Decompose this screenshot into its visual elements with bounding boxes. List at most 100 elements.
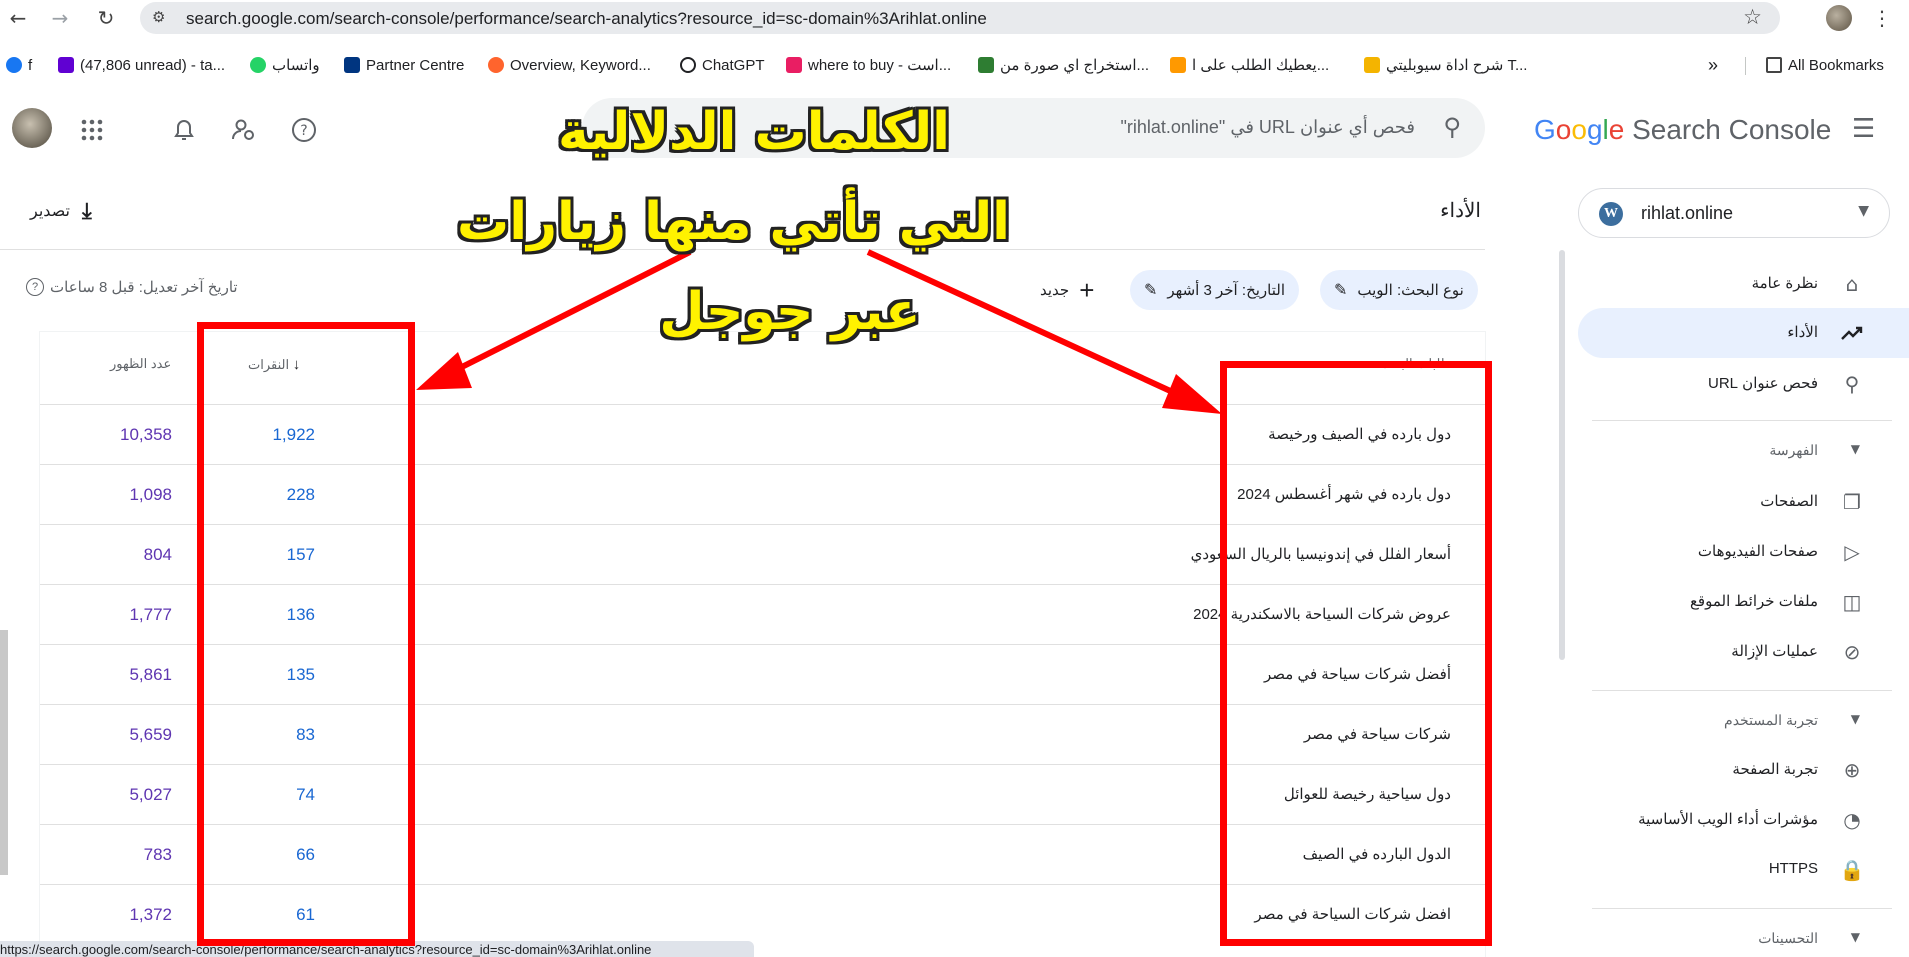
section-title: تجربة المستخدم bbox=[1724, 712, 1818, 728]
edit-icon: ✎ bbox=[1334, 282, 1348, 299]
sidebar-item-performance[interactable]: الأداء bbox=[1578, 309, 1890, 357]
sidebar-section-enhancements[interactable]: ▼ التحسينات bbox=[1578, 924, 1890, 954]
logo-letter: e bbox=[1608, 114, 1625, 145]
back-icon[interactable]: ← bbox=[4, 4, 32, 32]
annotation-box-clicks bbox=[197, 322, 415, 946]
browser-toolbar: ← → ↻ ⚙ search.google.com/search-console… bbox=[0, 0, 1909, 36]
apps-grid-icon[interactable] bbox=[76, 114, 108, 146]
impressions-cell: 1,098 bbox=[129, 485, 172, 504]
page-title: الأداء bbox=[1440, 200, 1481, 222]
search-icon: ⚲ bbox=[1443, 113, 1461, 141]
forward-icon[interactable]: → bbox=[46, 4, 74, 32]
bookmark-label: يعطيك الطلب على ا... bbox=[1192, 57, 1330, 74]
export-label: تصدير bbox=[30, 203, 71, 220]
video-pages-icon: ▷ bbox=[1844, 540, 1860, 564]
mail-icon bbox=[58, 57, 74, 73]
impressions-cell: 5,027 bbox=[129, 785, 172, 804]
logo-letter: G bbox=[1534, 114, 1556, 145]
section-title: الفهرسة bbox=[1769, 442, 1818, 458]
sidebar-item-label: ملفات خرائط الموقع bbox=[1689, 593, 1818, 610]
bookmark-label: شرح اداة سيوبليتي T... bbox=[1386, 57, 1528, 74]
last-updated-info: تاريخ آخر تعديل: قبل 8 ساعات ? bbox=[26, 278, 238, 296]
bookmarks-bar: f (47,806 unread) - ta... واتساب Partner… bbox=[0, 47, 1909, 83]
sidebar-section-experience[interactable]: ▼ تجربة المستخدم bbox=[1578, 706, 1890, 736]
sidebar-item-https[interactable]: 🔒 HTTPS bbox=[1578, 846, 1890, 894]
logo-letter: g bbox=[1586, 114, 1603, 145]
notifications-icon[interactable] bbox=[168, 114, 200, 146]
seo-tool-icon bbox=[1364, 57, 1380, 73]
sidebar-section-indexing[interactable]: ▼ الفهرسة bbox=[1578, 436, 1890, 466]
bookmark-label: (47,806 unread) - ta... bbox=[80, 56, 226, 74]
export-button[interactable]: تصدير ⤓ bbox=[30, 196, 92, 226]
bookmark-item[interactable]: where to buy - است... bbox=[786, 55, 951, 75]
logo-product: Search Console bbox=[1632, 114, 1832, 145]
new-filter-button[interactable]: + جديد bbox=[1040, 272, 1094, 308]
annotation-title-line2: التي تأتي منها زيارات bbox=[457, 192, 1010, 252]
sidebar-item-overview[interactable]: ⌂ نظرة عامة bbox=[1578, 260, 1890, 308]
bookmark-item[interactable]: f bbox=[6, 55, 32, 75]
sidebar-item-removals[interactable]: ⊘ عمليات الإزالة bbox=[1578, 628, 1890, 676]
bookmark-item[interactable]: (47,806 unread) - ta... bbox=[58, 55, 225, 75]
sidebar-item-core-web-vitals[interactable]: ◔ مؤشرات أداء الويب الأساسية bbox=[1578, 796, 1890, 844]
account-avatar[interactable] bbox=[12, 108, 52, 148]
sidebar-item-pages[interactable]: ❐ الصفحات bbox=[1578, 478, 1890, 526]
reload-icon[interactable]: ↻ bbox=[92, 4, 120, 32]
site-settings-icon[interactable]: ⚙ bbox=[152, 8, 165, 26]
section-collapse-icon: ▼ bbox=[1850, 442, 1860, 456]
last-updated-text: تاريخ آخر تعديل: قبل 8 ساعات bbox=[50, 279, 238, 296]
impressions-cell: 5,861 bbox=[129, 665, 172, 684]
lock-icon: 🔒 bbox=[1839, 858, 1865, 882]
column-header-impressions[interactable]: عدد الظهور bbox=[110, 356, 171, 372]
sidebar-item-page-experience[interactable]: ⊕ تجربة الصفحة bbox=[1578, 746, 1890, 794]
browser-profile-avatar[interactable] bbox=[1826, 5, 1852, 31]
bookmark-item[interactable]: شرح اداة سيوبليتي T... bbox=[1364, 55, 1527, 75]
sidebar-item-video-pages[interactable]: ▷ صفحات الفيديوهات bbox=[1578, 528, 1890, 576]
sidebar-divider bbox=[1592, 690, 1892, 691]
sidebar-scrollbar[interactable] bbox=[1559, 250, 1565, 660]
address-bar[interactable]: ⚙ search.google.com/search-console/perfo… bbox=[140, 2, 1780, 34]
section-collapse-icon: ▼ bbox=[1850, 930, 1860, 944]
bookmark-label: ChatGPT bbox=[702, 56, 765, 74]
annotation-box-queries bbox=[1220, 361, 1492, 946]
sidebar-item-url-inspection[interactable]: ⚲ فحص عنوان URL bbox=[1578, 360, 1890, 408]
main-menu-icon[interactable]: ☰ bbox=[1852, 114, 1875, 144]
bookmark-label: Overview, Keyword... bbox=[510, 56, 651, 74]
bookmark-star-icon[interactable]: ☆ bbox=[1743, 5, 1762, 29]
bookmarks-overflow-icon[interactable]: » bbox=[1708, 55, 1718, 75]
bookmark-item[interactable]: Overview, Keyword... bbox=[488, 55, 651, 75]
bookmark-item[interactable]: يعطيك الطلب على ا... bbox=[1170, 55, 1329, 75]
logo-letter: o bbox=[1571, 114, 1587, 145]
pages-icon: ❐ bbox=[1843, 490, 1861, 514]
bookmark-item[interactable]: Partner Centre bbox=[344, 55, 464, 75]
sidebar-item-label: مؤشرات أداء الويب الأساسية bbox=[1638, 811, 1818, 828]
bookmark-item[interactable]: ChatGPT bbox=[680, 55, 765, 75]
main-scrollbar[interactable] bbox=[0, 630, 8, 875]
booking-icon bbox=[344, 57, 360, 73]
search-icon: ⚲ bbox=[1844, 372, 1860, 396]
search-input[interactable]: فحص أي عنوان URL في "rihlat.online" bbox=[1120, 117, 1415, 138]
bookmark-item[interactable]: واتساب bbox=[250, 55, 320, 75]
sidebar-item-label: فحص عنوان URL bbox=[1708, 375, 1818, 392]
property-selector[interactable]: W rihlat.online ▼ bbox=[1578, 188, 1890, 238]
section-collapse-icon: ▼ bbox=[1850, 712, 1860, 726]
gauge-icon: ◔ bbox=[1843, 808, 1861, 832]
browser-menu-icon[interactable]: ⋮ bbox=[1872, 6, 1892, 30]
image-icon bbox=[978, 57, 994, 73]
sidebar-item-label: HTTPS bbox=[1768, 860, 1818, 877]
annotation-title-line1: الكلمات الدلالية bbox=[558, 102, 950, 162]
impressions-cell: 804 bbox=[143, 545, 172, 564]
bookmark-item[interactable]: استخراج اي صورة من... bbox=[978, 55, 1149, 75]
search-console-logo[interactable]: Google Search Console bbox=[1534, 114, 1831, 146]
all-bookmarks[interactable]: All Bookmarks bbox=[1766, 55, 1884, 75]
help-icon[interactable]: ? bbox=[26, 278, 44, 296]
sidebar-item-sitemaps[interactable]: ◫ ملفات خرائط الموقع bbox=[1578, 578, 1890, 626]
help-icon[interactable]: ? bbox=[288, 114, 320, 146]
trending-up-icon bbox=[1840, 321, 1864, 345]
sidebar-item-label: صفحات الفيديوهات bbox=[1697, 543, 1818, 560]
home-icon: ⌂ bbox=[1845, 272, 1859, 296]
date-filter-chip[interactable]: التاريخ: آخر 3 أشهر ✎ bbox=[1130, 270, 1299, 310]
search-type-filter-chip[interactable]: نوع البحث: الويب ✎ bbox=[1320, 270, 1478, 310]
impressions-cell: 1,777 bbox=[129, 605, 172, 624]
download-icon: ⤓ bbox=[82, 198, 92, 223]
user-settings-icon[interactable] bbox=[228, 114, 260, 146]
